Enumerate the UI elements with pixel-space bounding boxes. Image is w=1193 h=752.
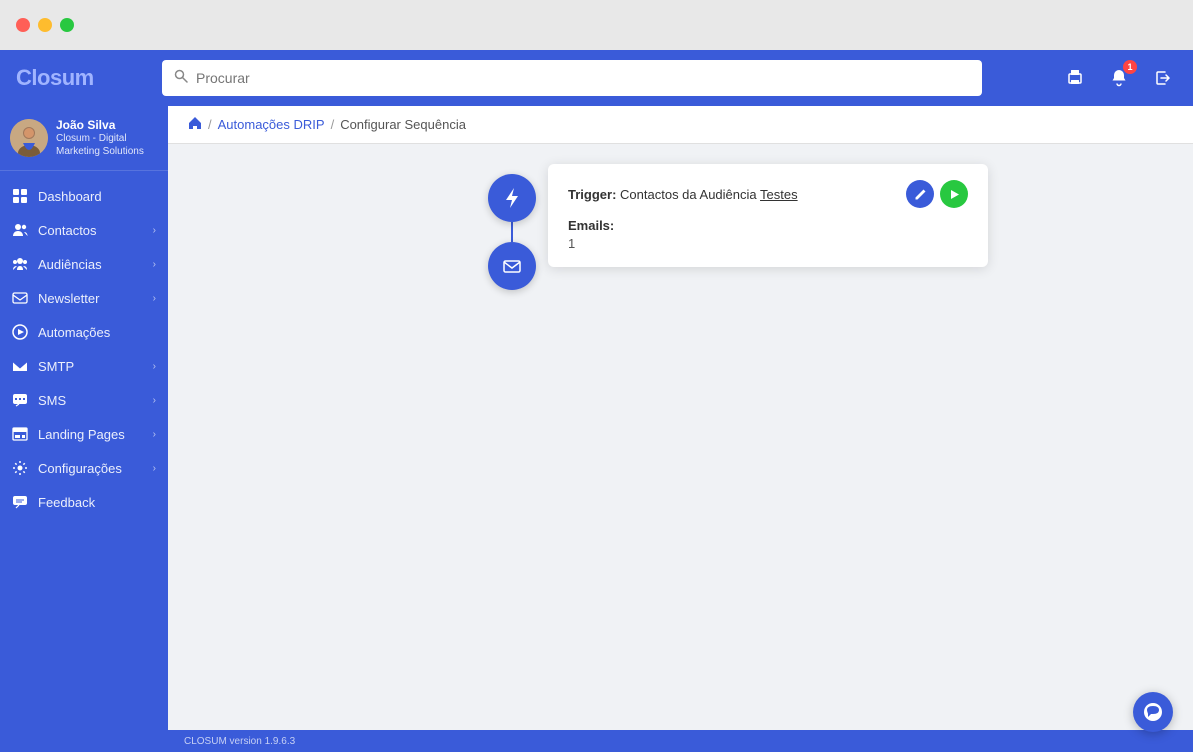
search-input[interactable] [196,70,970,86]
automacoes-icon [12,324,28,340]
notification-button[interactable]: 1 [1105,64,1133,92]
trigger-card: Trigger: Contactos da Audiência Testes [548,164,988,267]
user-info: João Silva Closum - Digital Marketing So… [56,118,158,158]
print-button[interactable] [1061,64,1089,92]
sidebar-item-audiencias[interactable]: Audiências › [0,247,168,281]
minimize-dot[interactable] [38,18,52,32]
chevron-right-icon: › [153,293,156,304]
chat-bubble[interactable] [1133,692,1173,732]
breadcrumb: / Automações DRIP / Configurar Sequência [168,106,1193,144]
nav-icons: 1 [1061,64,1177,92]
dashboard-icon [12,188,28,204]
sidebar-item-feedback[interactable]: Feedback [0,485,168,519]
avatar [10,119,48,157]
chevron-right-icon: › [153,395,156,406]
chevron-right-icon: › [153,259,156,270]
footer-bar: CLOSUM version 1.9.6.3 [168,730,1193,752]
notification-badge: 1 [1123,60,1137,74]
sidebar-item-dashboard[interactable]: Dashboard [0,179,168,213]
breadcrumb-current: Configurar Sequência [340,117,466,132]
play-button[interactable] [940,180,968,208]
newsletter-icon [12,290,28,306]
sidebar-item-newsletter[interactable]: Newsletter › [0,281,168,315]
sidebar-item-label: Dashboard [38,189,102,204]
logout-button[interactable] [1149,64,1177,92]
sidebar-item-label: Newsletter [38,291,99,306]
trigger-underline-text: Testes [760,187,798,202]
close-dot[interactable] [16,18,30,32]
email-node[interactable] [488,242,536,290]
chevron-right-icon: › [153,463,156,474]
breadcrumb-link-automacoes[interactable]: Automações DRIP [218,117,325,132]
flow-connector-1 [511,222,513,242]
user-company: Closum - Digital Marketing Solutions [56,132,158,158]
search-icon [174,69,188,88]
main-layout: João Silva Closum - Digital Marketing So… [0,106,1193,752]
sidebar-nav: Dashboard Contactos › [0,171,168,752]
trigger-text-value: Contactos da Audiência [620,187,757,202]
chevron-right-icon: › [153,361,156,372]
contacts-icon [12,222,28,238]
sidebar-item-label: Configurações [38,461,122,476]
sidebar-item-label: Landing Pages [38,427,125,442]
sidebar-item-label: Automações [38,325,110,340]
landing-pages-icon [12,426,28,442]
sidebar: João Silva Closum - Digital Marketing So… [0,106,168,752]
emails-value: 1 [568,236,968,251]
sidebar-item-landing-pages[interactable]: Landing Pages › [0,417,168,451]
smtp-icon [12,358,28,374]
user-name: João Silva [56,118,158,132]
flow-area [488,174,536,290]
emails-label: Emails: [568,218,968,233]
trigger-node[interactable] [488,174,536,222]
content: / Automações DRIP / Configurar Sequência [168,106,1193,752]
sidebar-item-label: Contactos [38,223,97,238]
trigger-prefix: Trigger: [568,187,616,202]
sidebar-item-sms[interactable]: SMS › [0,383,168,417]
feedback-icon [12,494,28,510]
trigger-card-body: Emails: 1 [568,218,968,251]
gear-icon [12,460,28,476]
breadcrumb-sep-2: / [331,117,335,132]
top-nav: Closum 1 [0,50,1193,106]
search-bar[interactable] [162,60,982,96]
maximize-dot[interactable] [60,18,74,32]
sidebar-item-contactos[interactable]: Contactos › [0,213,168,247]
sidebar-item-label: SMTP [38,359,74,374]
sidebar-item-label: Feedback [38,495,95,510]
window-chrome [0,0,1193,50]
trigger-label: Trigger: Contactos da Audiência Testes [568,187,798,202]
user-profile: João Silva Closum - Digital Marketing So… [0,106,168,171]
breadcrumb-sep-1: / [208,117,212,132]
canvas: Trigger: Contactos da Audiência Testes [168,144,1193,730]
logo: Closum [16,65,146,91]
sidebar-item-automacoes[interactable]: Automações [0,315,168,349]
audiences-icon [12,256,28,272]
footer-text: CLOSUM version 1.9.6.3 [184,736,295,747]
sms-icon [12,392,28,408]
sidebar-item-configuracoes[interactable]: Configurações › [0,451,168,485]
home-icon[interactable] [188,116,202,133]
trigger-card-header: Trigger: Contactos da Audiência Testes [568,180,968,208]
sidebar-item-label: Audiências [38,257,102,272]
sidebar-item-label: SMS [38,393,66,408]
card-actions [906,180,968,208]
sidebar-item-smtp[interactable]: SMTP › [0,349,168,383]
chevron-right-icon: › [153,225,156,236]
chevron-right-icon: › [153,429,156,440]
edit-button[interactable] [906,180,934,208]
